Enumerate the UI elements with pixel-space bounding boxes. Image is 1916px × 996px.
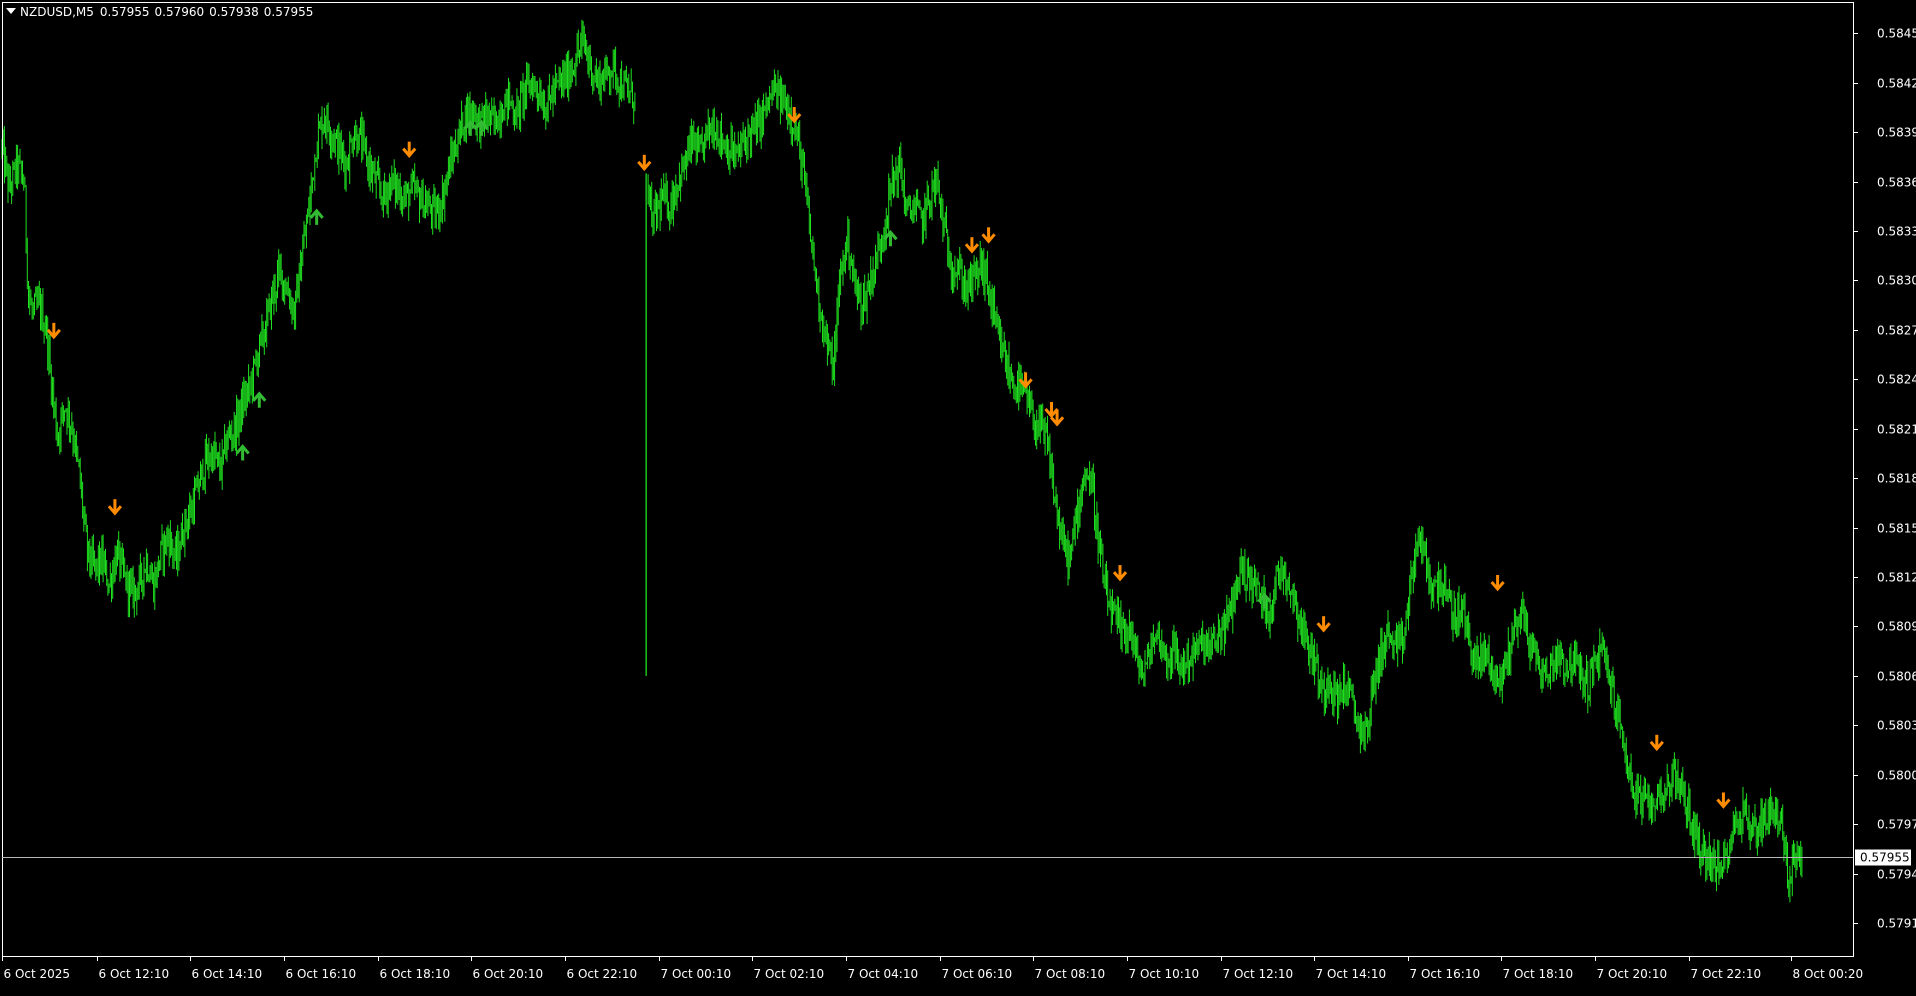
x-tick-label: 6 Oct 22:10 [567,967,638,981]
chart-frame [2,2,1854,957]
y-tick-label: 0.57975 [1877,818,1916,832]
y-tick-label: 0.58035 [1877,719,1916,733]
x-tick-label: 7 Oct 14:10 [1316,967,1387,981]
x-tick-label: 7 Oct 06:10 [942,967,1013,981]
y-tick-label: 0.58155 [1877,522,1916,536]
y-tick-label: 0.58365 [1877,176,1916,190]
y-tick-label: 0.57915 [1877,917,1916,931]
current-price-label: 0.57955 [1860,851,1910,865]
candle-layer [1,19,1803,903]
buy-arrow-icon [309,208,324,225]
sell-arrow-icon [1716,792,1731,809]
y-tick-label: 0.58425 [1877,77,1916,91]
x-tick-label: 7 Oct 10:10 [1129,967,1200,981]
sell-arrow-icon [1649,734,1664,752]
axes-layer: 0.58455 0.58425 0.58395 0.58365 0.58335 0.583… [2,2,1916,981]
sell-arrow-icon [981,227,996,244]
x-tick-label: 7 Oct 02:10 [754,967,825,981]
y-tick-label: 0.58335 [1877,225,1916,239]
x-tick-label: 6 Oct 20:10 [473,967,544,981]
y-tick-label: 0.58275 [1877,324,1916,338]
y-tick-label: 0.58005 [1877,769,1916,783]
x-tick-label: 6 Oct 12:10 [99,967,170,981]
y-tick-label: 0.58215 [1877,423,1916,437]
buy-arrow-icon [235,444,250,461]
y-tick-label: 0.58245 [1877,373,1916,387]
buy-arrow-icon [252,391,267,408]
x-tick-label: 7 Oct 16:10 [1410,967,1481,981]
sell-arrow-icon [1316,616,1331,633]
x-tick-label: 7 Oct 20:10 [1597,967,1668,981]
y-tick-label: 0.58065 [1877,670,1916,684]
x-tick-label: 6 Oct 16:10 [286,967,357,981]
chart-area[interactable]: NZDUSD,M5 0.57955 0.57960 0.57938 0.57955 0.… [0,0,1916,996]
x-tick-label: 7 Oct 00:10 [661,967,732,981]
sell-arrow-icon [1490,574,1505,592]
x-tick-label: 7 Oct 04:10 [848,967,919,981]
x-tick-label: 6 Oct 2025 [4,967,71,981]
x-tick-label: 8 Oct 00:20 [1793,967,1864,981]
y-tick-label: 0.58185 [1877,472,1916,486]
sell-arrow-icon [107,499,123,516]
x-tick-label: 7 Oct 18:10 [1503,967,1574,981]
y-tick-label: 0.58095 [1877,620,1916,634]
price-chart-svg[interactable]: 0.58455 0.58425 0.58395 0.58365 0.58335 0.583… [0,0,1916,996]
y-tick-label: 0.58125 [1877,571,1916,585]
x-tick-label: 7 Oct 08:10 [1035,967,1106,981]
y-tick-label: 0.57945 [1877,868,1916,882]
x-tick-label: 6 Oct 14:10 [192,967,263,981]
sell-arrow-icon [1112,565,1128,582]
x-tick-label: 7 Oct 22:10 [1691,967,1762,981]
x-tick-label: 7 Oct 12:10 [1223,967,1294,981]
sell-arrow-icon [964,237,980,254]
y-tick-label: 0.58395 [1877,126,1916,140]
x-tick-label: 6 Oct 18:10 [380,967,451,981]
sell-arrow-icon [637,154,652,172]
y-tick-label: 0.58305 [1877,274,1916,288]
sell-arrow-icon [402,141,417,158]
y-tick-label: 0.58455 [1877,27,1916,41]
